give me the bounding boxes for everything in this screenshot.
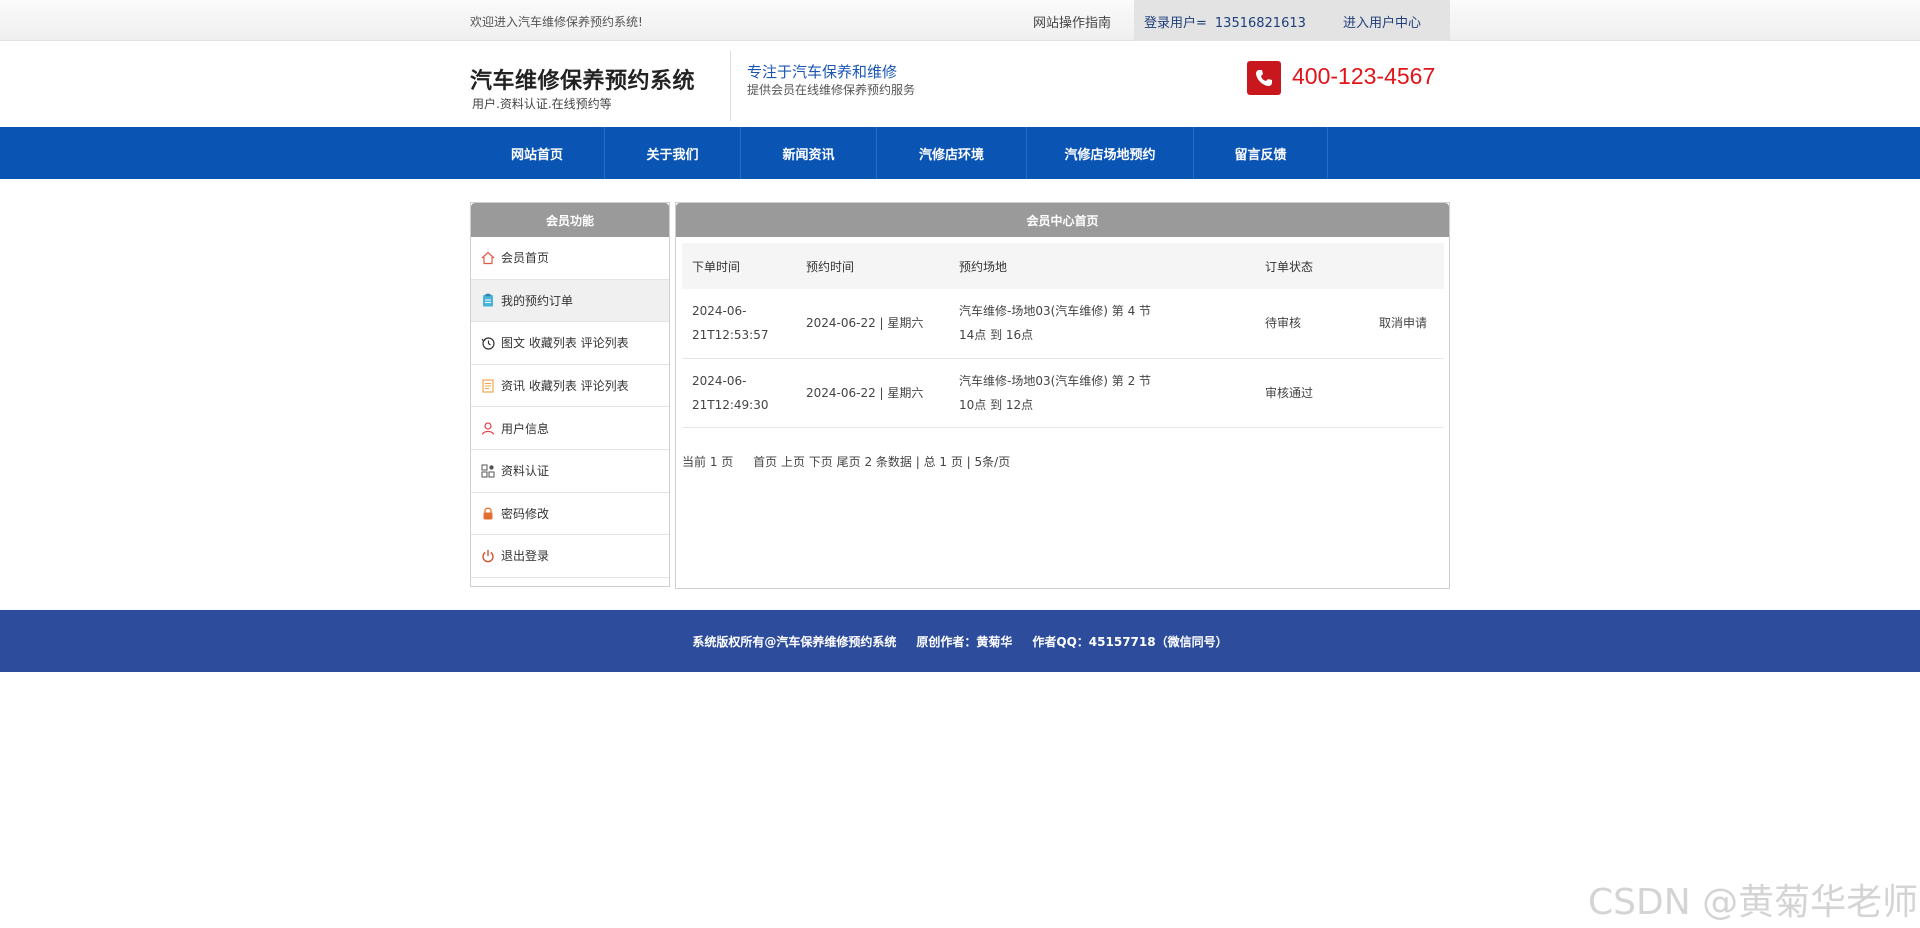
site-subtitle: 用户.资料认证.在线预约等	[472, 97, 612, 111]
order-time-line: 21T12:49:30	[692, 397, 769, 412]
document-icon	[481, 379, 495, 393]
panel-title: 会员中心首页	[676, 203, 1449, 237]
footer-copyright: 系统版权所有@汽车保养维修预约系统	[692, 634, 897, 649]
venue-cell: 汽车维修-场地03(汽车维修) 第 2 节 10点 到 12点	[949, 358, 1255, 428]
column-header: 订单状态	[1255, 243, 1369, 289]
site-footer: 系统版权所有@汽车保养维修预约系统 原创作者：黄菊华 作者QQ：45157718…	[0, 610, 1920, 672]
nav-item-news[interactable]: 新闻资讯	[741, 127, 877, 179]
member-sidebar: 会员功能 会员首页 我的预约订单 图文 收藏列表 评论列表 资讯 收藏列表 评论…	[470, 202, 670, 587]
order-time-line: 21T12:53:57	[692, 328, 769, 343]
appointment-time-cell: 2024-06-22 | 星期六	[796, 358, 949, 428]
pager-first[interactable]: 首页	[753, 455, 777, 469]
nav-item-shop-environment[interactable]: 汽修店环境	[877, 127, 1027, 179]
login-username: 13516821613	[1214, 16, 1306, 31]
grid-icon	[481, 464, 495, 478]
slogan: 专注于汽车保养和维修	[747, 63, 898, 81]
status-badge: 待审核	[1255, 289, 1369, 359]
sidebar-item-label: 资料认证	[501, 464, 550, 479]
phone-icon	[1247, 61, 1281, 95]
user-icon	[481, 421, 495, 435]
table-header-row: 下单时间 预约时间 预约场地 订单状态	[682, 243, 1444, 289]
orders-table: 下单时间 预约时间 预约场地 订单状态 2024-06- 21T12:53:57…	[682, 243, 1444, 428]
sidebar-item-label: 退出登录	[501, 549, 550, 564]
venue-line: 10点 到 12点	[959, 397, 1034, 412]
footer-author: 原创作者：黄菊华	[916, 634, 1013, 649]
user-box: 登录用户= 13516821613 进入用户中心	[1134, 0, 1450, 41]
cancel-request-link[interactable]: 取消申请	[1379, 316, 1427, 330]
footer-qq: 作者QQ：45157718（微信同号）	[1032, 634, 1228, 649]
sidebar-item-verification[interactable]: 资料认证	[471, 450, 669, 493]
sidebar-item-label: 图文 收藏列表 评论列表	[501, 336, 629, 351]
watermark: CSDN @黄菊华老师	[1588, 882, 1919, 923]
status-badge: 审核通过	[1255, 358, 1369, 428]
nav-item-about[interactable]: 关于我们	[605, 127, 741, 179]
sidebar-item-label: 我的预约订单	[501, 293, 574, 308]
site-header: 汽车维修保养预约系统 用户.资料认证.在线预约等 专注于汽车保养和维修 提供会员…	[0, 41, 1920, 127]
sidebar-item-label: 用户信息	[501, 421, 550, 436]
site-title[interactable]: 汽车维修保养预约系统	[470, 63, 695, 95]
hotline-number: 400-123-4567	[1292, 63, 1436, 89]
nav-item-feedback[interactable]: 留言反馈	[1194, 127, 1328, 179]
order-time-cell: 2024-06- 21T12:53:57	[682, 289, 796, 359]
sidebar-item-label: 会员首页	[501, 251, 550, 266]
order-time-line: 2024-06-	[692, 304, 747, 319]
column-header: 预约场地	[949, 243, 1255, 289]
sidebar-item-member-home[interactable]: 会员首页	[471, 237, 669, 280]
login-user: 登录用户= 13516821613	[1144, 12, 1306, 31]
sidebar-item-logout[interactable]: 退出登录	[471, 535, 669, 578]
nav-item-home[interactable]: 网站首页	[470, 127, 605, 179]
order-time-line: 2024-06-	[692, 373, 747, 388]
lock-icon	[481, 506, 495, 520]
header-divider	[730, 51, 731, 121]
column-header: 下单时间	[682, 243, 796, 289]
user-center-link[interactable]: 进入用户中心	[1343, 12, 1421, 31]
top-bar: 欢迎进入汽车维修保养预约系统! 网站操作指南 登录用户= 13516821613 …	[0, 0, 1920, 41]
sidebar-item-my-orders[interactable]: 我的预约订单	[471, 279, 669, 323]
history-icon	[481, 336, 495, 350]
action-cell: 取消申请	[1369, 289, 1444, 359]
pager-last[interactable]: 尾页	[837, 455, 861, 469]
venue-cell: 汽车维修-场地03(汽车维修) 第 4 节 14点 到 16点	[949, 289, 1255, 359]
main-nav: 网站首页 关于我们 新闻资讯 汽修店环境 汽修店场地预约 留言反馈	[0, 127, 1920, 179]
home-icon	[481, 251, 495, 265]
login-label: 登录用户=	[1144, 16, 1207, 31]
sidebar-item-user-info[interactable]: 用户信息	[471, 407, 669, 450]
member-center-panel: 会员中心首页 下单时间 预约时间 预约场地 订单状态 2024-06- 21T1…	[675, 202, 1450, 589]
clipboard-icon	[481, 293, 495, 307]
sidebar-item-news-favorites[interactable]: 资讯 收藏列表 评论列表	[471, 365, 669, 408]
sidebar-item-label: 资讯 收藏列表 评论列表	[501, 379, 629, 394]
power-icon	[481, 549, 495, 563]
pager-next[interactable]: 下页	[809, 455, 833, 469]
venue-line: 14点 到 16点	[959, 328, 1034, 343]
nav-item-venue-booking[interactable]: 汽修店场地预约	[1027, 127, 1194, 179]
table-row: 2024-06- 21T12:53:57 2024-06-22 | 星期六 汽车…	[682, 289, 1444, 359]
venue-line: 汽车维修-场地03(汽车维修) 第 2 节	[959, 373, 1152, 388]
column-header: 预约时间	[796, 243, 949, 289]
site-guide-link[interactable]: 网站操作指南	[1033, 12, 1111, 31]
sidebar-item-change-password[interactable]: 密码修改	[471, 493, 669, 536]
sidebar-title: 会员功能	[471, 203, 669, 237]
column-header	[1369, 243, 1444, 289]
pagination: 当前 1 页 首页 上页 下页 尾页 2 条数据 | 总 1 页 | 5条/页	[682, 453, 1010, 470]
slogan-sub: 提供会员在线维修保养预约服务	[747, 83, 916, 97]
pager-current: 当前 1 页	[682, 455, 734, 469]
action-cell	[1369, 358, 1444, 428]
sidebar-item-article-favorites[interactable]: 图文 收藏列表 评论列表	[471, 322, 669, 365]
pager-summary: 2 条数据 | 总 1 页 | 5条/页	[864, 455, 1011, 469]
appointment-time-cell: 2024-06-22 | 星期六	[796, 289, 949, 359]
pager-prev[interactable]: 上页	[781, 455, 805, 469]
table-row: 2024-06- 21T12:49:30 2024-06-22 | 星期六 汽车…	[682, 358, 1444, 428]
venue-line: 汽车维修-场地03(汽车维修) 第 4 节	[959, 304, 1152, 319]
order-time-cell: 2024-06- 21T12:49:30	[682, 358, 796, 428]
sidebar-item-label: 密码修改	[501, 506, 550, 521]
welcome-text: 欢迎进入汽车维修保养预约系统!	[470, 15, 643, 29]
